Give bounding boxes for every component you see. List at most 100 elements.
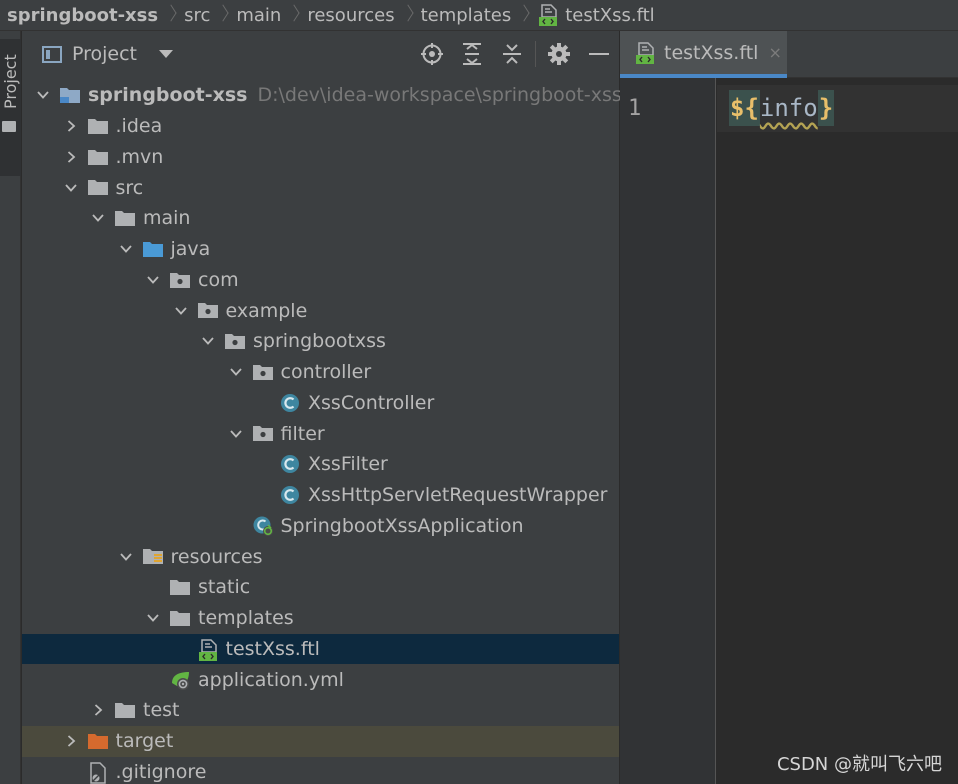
expand-all-button[interactable] xyxy=(452,31,492,77)
tree-node-filter[interactable]: filter xyxy=(22,418,619,449)
chevron-right-icon[interactable] xyxy=(61,147,81,167)
tree-node-name: templates xyxy=(198,607,294,630)
breadcrumb-label: springboot-xss xyxy=(7,4,159,26)
tree-node-name: com xyxy=(198,268,239,291)
breadcrumb-separator xyxy=(162,5,180,25)
tree-node-java[interactable]: java xyxy=(22,234,619,265)
tree-node-label: .mvn xyxy=(116,146,164,168)
breadcrumb-item[interactable]: templates xyxy=(421,5,512,26)
package-icon xyxy=(252,362,274,382)
breadcrumb-item[interactable]: springboot-xss xyxy=(7,5,158,26)
settings-button[interactable] xyxy=(539,31,579,77)
chevron-down-icon[interactable] xyxy=(143,608,163,628)
tree-node-resources[interactable]: resources xyxy=(22,541,619,572)
breadcrumb-item[interactable]: main xyxy=(236,5,281,26)
tree-node-mvn[interactable]: .mvn xyxy=(22,142,619,173)
tree-node-templates[interactable]: templates xyxy=(22,603,619,634)
tree-node-test[interactable]: test xyxy=(22,695,619,726)
code-line[interactable]: ${info} xyxy=(729,88,835,128)
tree-node-name: testXss.ftl xyxy=(225,637,320,660)
excluded-folder-icon xyxy=(87,731,109,751)
project-path-hint: D:\dev\idea-workspace\springboot-xss xyxy=(257,84,622,107)
project-window-icon xyxy=(42,45,62,63)
tree-node-name: XssFilter xyxy=(308,453,388,476)
tree-node-name: filter xyxy=(280,422,325,445)
tree-node-target[interactable]: target xyxy=(22,725,619,757)
project-panel-header: Project xyxy=(22,31,619,77)
chevron-right-icon[interactable] xyxy=(61,731,81,751)
tree-node-example[interactable]: example xyxy=(22,295,619,326)
breadcrumb-item[interactable]: testXss.ftl xyxy=(537,4,655,26)
chevron-right-icon[interactable] xyxy=(88,700,108,720)
chevron-down-icon[interactable] xyxy=(88,208,108,228)
folder-icon xyxy=(169,608,191,628)
breadcrumb-item[interactable]: resources xyxy=(307,5,394,26)
project-view-selector[interactable]: Project xyxy=(42,43,174,65)
chevron-down-icon[interactable] xyxy=(198,331,218,351)
tree-node-testxss-ftl[interactable]: testXss.ftl xyxy=(22,633,619,665)
expand-all-icon xyxy=(463,43,481,65)
breadcrumb-label: main xyxy=(236,4,282,26)
chevron-down-icon[interactable] xyxy=(226,424,246,444)
package-icon xyxy=(169,270,191,290)
tree-node-application-yml[interactable]: application.yml xyxy=(22,664,619,695)
tree-node-label: src xyxy=(116,177,144,199)
folder-icon xyxy=(114,700,136,720)
chevron-right-icon[interactable] xyxy=(61,116,81,136)
tree-node-src[interactable]: src xyxy=(22,172,619,203)
tree-node-xsscontroller[interactable]: XssController xyxy=(22,388,619,419)
tree-node-xsshttpservletrequestwrapper[interactable]: XssHttpServletRequestWrapper xyxy=(22,480,619,511)
tree-node-label: test xyxy=(143,699,180,721)
tree-node-main[interactable]: main xyxy=(22,203,619,234)
hide-panel-button[interactable] xyxy=(579,31,619,77)
collapse-all-button[interactable] xyxy=(492,31,532,77)
close-tab-icon[interactable]: × xyxy=(768,43,781,62)
chevron-down-icon[interactable] xyxy=(33,85,53,105)
tree-node-springbootxssapplication[interactable]: SpringbootXssApplication xyxy=(22,511,619,542)
code-editor[interactable]: ${info} xyxy=(717,78,958,784)
project-panel: Project springboot-xss D:\dev\idea-works… xyxy=(22,31,622,784)
tree-node-label: filter xyxy=(281,423,325,445)
chevron-down-icon[interactable] xyxy=(143,270,163,290)
chevron-down-icon xyxy=(159,50,174,58)
tree-node-springboot-xss[interactable]: springboot-xss D:\dev\idea-workspace\spri… xyxy=(22,80,622,111)
interpolation-close: } xyxy=(817,90,835,126)
tree-node-controller[interactable]: controller xyxy=(22,357,619,388)
breadcrumb-label: templates xyxy=(420,4,512,26)
chevron-down-icon[interactable] xyxy=(171,301,191,321)
locate-button[interactable] xyxy=(412,31,452,77)
tree-node-name: example xyxy=(225,299,308,322)
breadcrumb-item[interactable]: src xyxy=(184,5,210,26)
package-icon xyxy=(224,331,246,351)
tree-node-com[interactable]: com xyxy=(22,265,619,296)
chevron-down-icon[interactable] xyxy=(116,547,136,567)
chevron-down-icon[interactable] xyxy=(116,239,136,259)
tree-node-name: XssHttpServletRequestWrapper xyxy=(308,484,608,507)
project-tool-window-tab[interactable]: Project xyxy=(0,39,21,176)
breadcrumb-label: testXss.ftl xyxy=(565,4,655,26)
tree-node-idea[interactable]: .idea xyxy=(22,111,619,142)
tree-node-label: target xyxy=(116,730,174,752)
tree-node-name: .mvn xyxy=(115,145,164,168)
folder-icon xyxy=(87,177,109,197)
tree-node-gitignore[interactable]: .gitignore xyxy=(22,757,619,784)
tree-node-springbootxss[interactable]: springbootxss xyxy=(22,326,619,357)
toolbar-separator xyxy=(535,41,536,67)
tree-node-name: target xyxy=(115,730,174,753)
breadcrumb-separator xyxy=(399,5,417,25)
ftl-file-icon xyxy=(636,41,654,64)
tree-node-name: .gitignore xyxy=(115,760,207,783)
source-folder-icon xyxy=(142,239,164,259)
editor-tab-testxss-ftl[interactable]: testXss.ftl × xyxy=(620,31,787,78)
tree-node-static[interactable]: static xyxy=(22,572,619,603)
tree-node-name: XssController xyxy=(308,391,435,414)
tree-node-name: .idea xyxy=(115,115,163,138)
tree-node-name: application.yml xyxy=(198,668,344,691)
tree-node-name: main xyxy=(143,207,191,230)
folder-icon xyxy=(2,121,16,132)
ftl-file-icon xyxy=(197,638,219,661)
chevron-down-icon[interactable] xyxy=(226,362,246,382)
tree-node-xssfilter[interactable]: XssFilter xyxy=(22,449,619,480)
gear-icon xyxy=(548,43,570,65)
chevron-down-icon[interactable] xyxy=(61,178,81,198)
